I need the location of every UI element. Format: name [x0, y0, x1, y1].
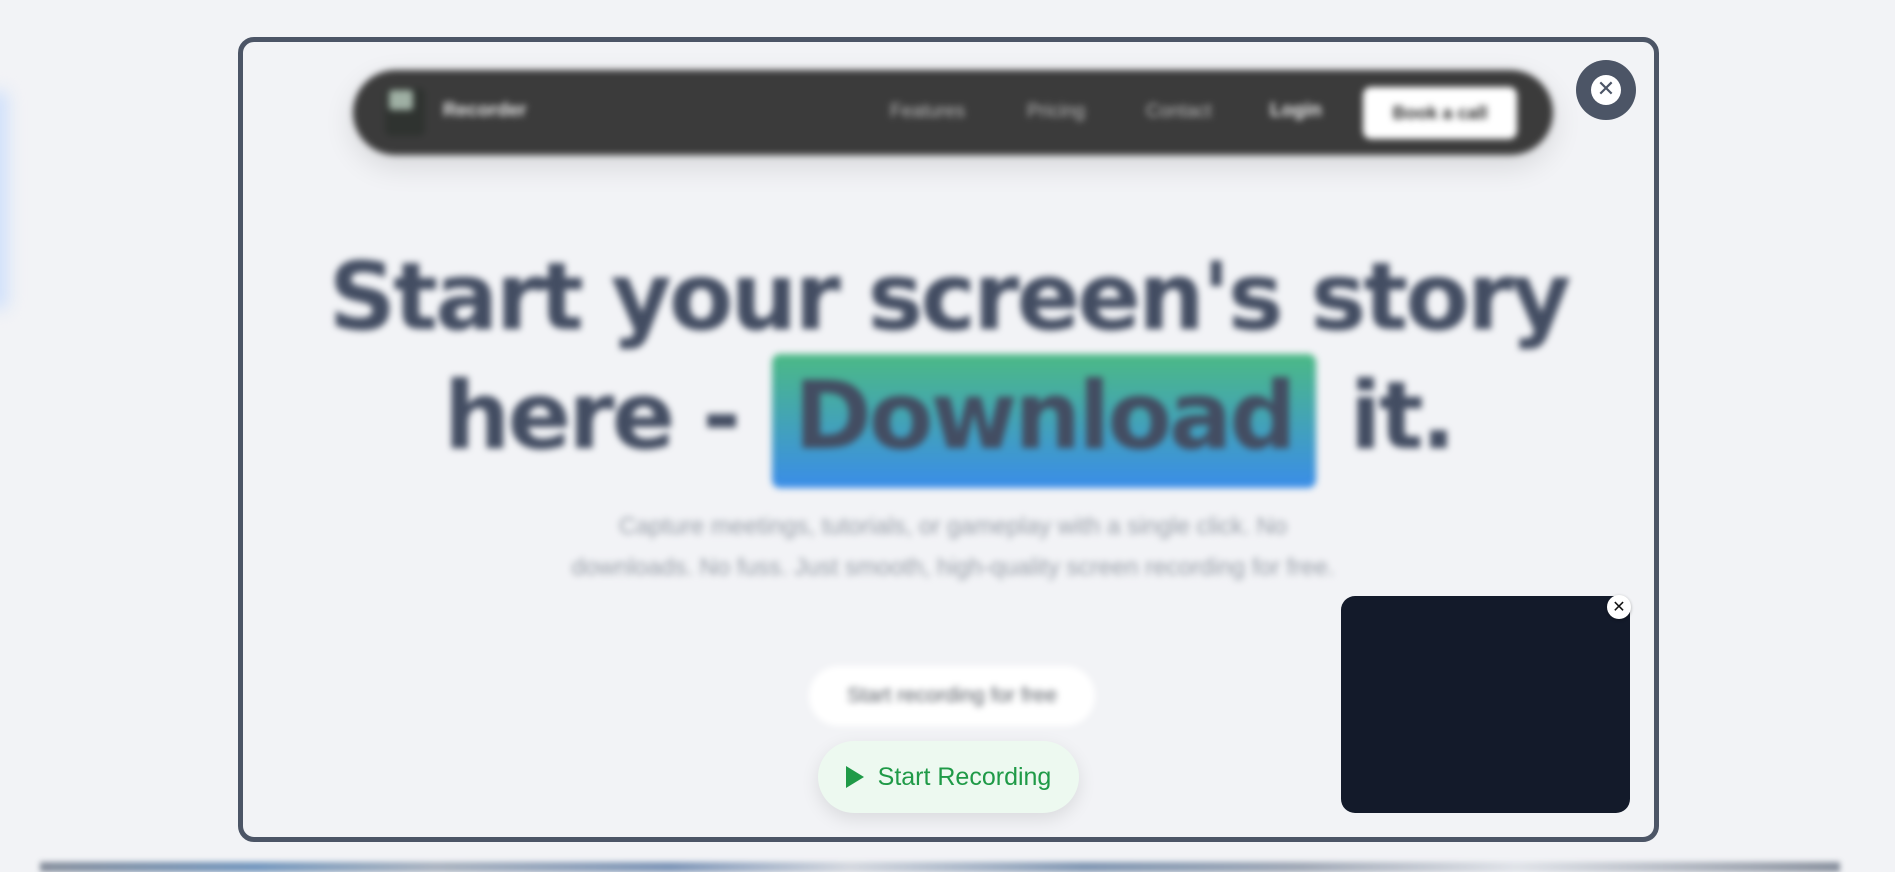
preview-hero-subtitle: Capture meetings, tutorials, or gameplay…: [513, 506, 1393, 588]
hero-title-line-1: Start your screen's story: [328, 243, 1572, 352]
play-icon: [845, 766, 864, 788]
background-accent: [0, 90, 8, 310]
hero-title-line-2: here - Download it.: [243, 354, 1654, 488]
preview-nav-link-pricing: Pricing: [1027, 101, 1086, 122]
preview-nav-link-contact: Contact: [1146, 101, 1212, 122]
preview-hero-title: Start your screen's story here - Downloa…: [243, 242, 1654, 488]
preview-book-call-button: Book a call: [1363, 87, 1517, 139]
hero-title-highlight: Download: [771, 354, 1316, 488]
hero-title-prefix: here -: [443, 362, 742, 471]
hero-subtitle-line-2: downloads. No fuss. Just smooth, high-qu…: [571, 554, 1335, 581]
close-preview-button[interactable]: ✕: [1607, 595, 1631, 619]
camera-preview-window: [1341, 596, 1630, 813]
preview-secondary-cta: Start recording for free: [809, 666, 1095, 726]
hero-title-suffix: it.: [1349, 362, 1457, 471]
start-recording-label: Start Recording: [877, 762, 1052, 791]
preview-login-link: Login: [1270, 100, 1322, 121]
preview-navbar: Recorder Features Pricing Contact Login …: [353, 70, 1553, 155]
preview-brand-name: Recorder: [443, 100, 527, 121]
start-recording-button[interactable]: Start Recording: [818, 741, 1079, 813]
brand-logo-icon: [385, 88, 425, 136]
preview-nav-link-features: Features: [890, 101, 965, 122]
close-modal-button[interactable]: ✕: [1576, 60, 1636, 120]
hero-subtitle-line-1: Capture meetings, tutorials, or gameplay…: [618, 513, 1288, 540]
close-icon: ✕: [1591, 75, 1621, 105]
background-page-strip: [40, 862, 1840, 872]
